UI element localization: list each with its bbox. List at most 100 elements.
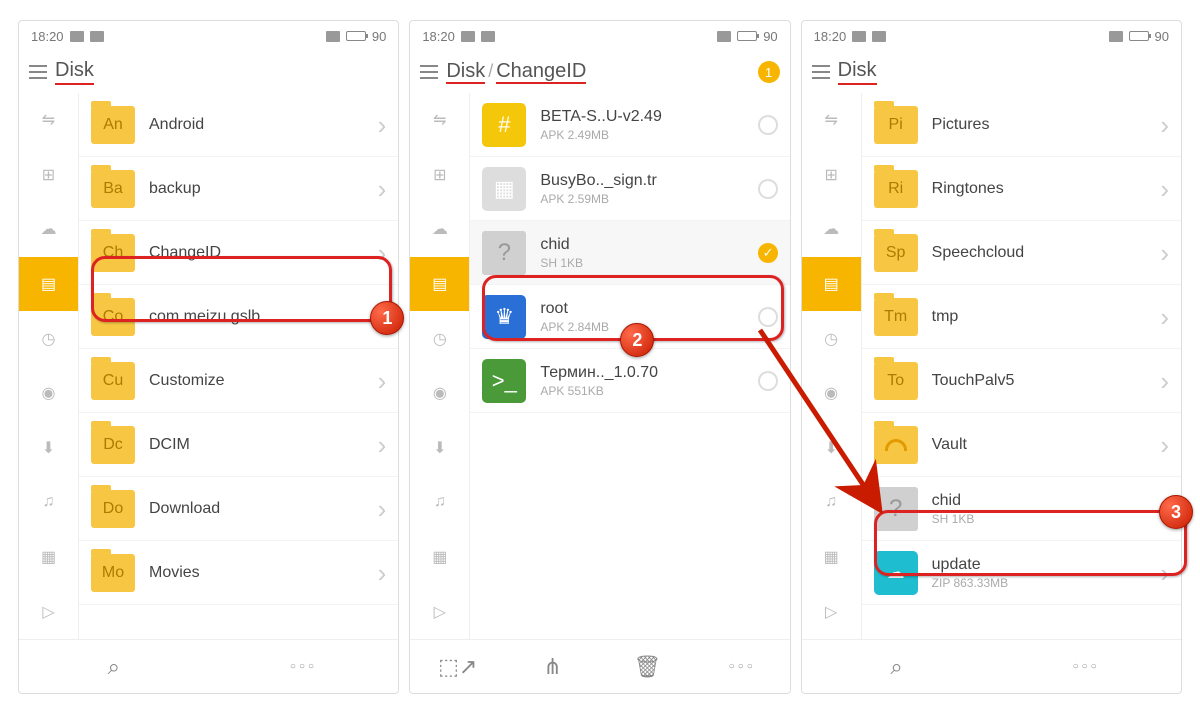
folder-row[interactable]: Ri Ringtones ›	[862, 157, 1181, 221]
folder-row[interactable]: Sp Speechcloud ›	[862, 221, 1181, 285]
status-icon	[90, 31, 104, 42]
side-video[interactable]: ▷	[410, 584, 469, 639]
screen-disk-root: 18:20 90 Disk ⇋ ⊞ ☁ ▤ ◷ ◉ ⬇ ♫ ▦ ▷ An And…	[18, 20, 399, 694]
folder-row[interactable]: Tm tmp ›	[862, 285, 1181, 349]
battery-text: 90	[763, 29, 777, 44]
select-radio[interactable]	[758, 371, 778, 391]
chevron-icon: ›	[1160, 560, 1169, 586]
screen-changeid-folder: 18:20 90 Disk/ChangeID 1 ⇋ ⊞ ☁ ▤ ◷ ◉ ⬇ ♫…	[409, 20, 790, 694]
folder-row[interactable]: Co com.meizu.gslb ›	[79, 285, 398, 349]
folder-row[interactable]: An Android ›	[79, 93, 398, 157]
breadcrumb-disk[interactable]: Disk	[446, 60, 485, 84]
vault-icon	[874, 426, 918, 464]
breadcrumb-disk[interactable]: Disk	[55, 59, 94, 85]
folder-icon: Co	[91, 298, 135, 336]
category-sidebar: ⇋ ⊞ ☁ ▤ ◷ ◉ ⬇ ♫ ▦ ▷	[802, 93, 862, 639]
status-icon	[70, 31, 84, 42]
breadcrumb-separator: /	[485, 61, 496, 81]
side-downloads[interactable]: ⬇	[410, 421, 469, 476]
folder-row[interactable]: Cu Customize ›	[79, 349, 398, 413]
chevron-icon: ›	[378, 496, 387, 522]
side-music[interactable]: ♫	[19, 475, 78, 530]
folder-icon: Mo	[91, 554, 135, 592]
side-usb[interactable]: ⇋	[19, 93, 78, 148]
side-usb[interactable]: ⇋	[802, 93, 861, 148]
share-button[interactable]: ⋔	[533, 654, 573, 680]
breadcrumb-changeid[interactable]: ChangeID	[496, 60, 586, 84]
file-row[interactable]: # BETA-S..U-v2.49 APK 2.49MB	[470, 93, 789, 157]
folder-row[interactable]: Ch ChangeID ›	[79, 221, 398, 285]
folder-row[interactable]: Ba backup ›	[79, 157, 398, 221]
app-icon: #	[482, 103, 526, 147]
side-recent[interactable]: ◷	[410, 311, 469, 366]
menu-icon[interactable]	[812, 65, 830, 79]
folder-row[interactable]: To TouchPalv5 ›	[862, 349, 1181, 413]
folder-name: Android	[149, 116, 364, 134]
folder-name: DCIM	[149, 436, 364, 454]
side-network[interactable]: ⊞	[802, 148, 861, 203]
side-storage[interactable]: ▤	[410, 257, 469, 312]
side-network[interactable]: ⊞	[410, 148, 469, 203]
zip-icon: ☁	[874, 551, 918, 595]
status-icon	[872, 31, 886, 42]
folder-row[interactable]: Do Download ›	[79, 477, 398, 541]
menu-icon[interactable]	[29, 65, 47, 79]
battery-icon	[346, 31, 366, 41]
battery-text: 90	[1155, 29, 1169, 44]
file-row[interactable]: >_ Термин.._1.0.70 APK 551KB	[470, 349, 789, 413]
search-button[interactable]: ⌕	[876, 654, 916, 680]
side-usb[interactable]: ⇋	[410, 93, 469, 148]
folder-row[interactable]: Pi Pictures ›	[862, 93, 1181, 157]
side-camera[interactable]: ◉	[802, 366, 861, 421]
side-storage[interactable]: ▤	[19, 257, 78, 312]
side-camera[interactable]: ◉	[410, 366, 469, 421]
side-camera[interactable]: ◉	[19, 366, 78, 421]
side-cloud[interactable]: ☁	[19, 202, 78, 257]
select-radio[interactable]	[758, 307, 778, 327]
delete-button[interactable]: 🗑	[627, 654, 667, 680]
menu-icon[interactable]	[420, 65, 438, 79]
folder-icon: To	[874, 362, 918, 400]
side-storage[interactable]: ▤	[802, 257, 861, 312]
side-cloud[interactable]: ☁	[410, 202, 469, 257]
file-row[interactable]: ? chid SH 1KB ›	[862, 477, 1181, 541]
file-row[interactable]: ▦ BusyBo.._sign.tr APK 2.59MB	[470, 157, 789, 221]
select-radio[interactable]	[758, 243, 778, 263]
folder-row[interactable]: Dc DCIM ›	[79, 413, 398, 477]
side-images[interactable]: ▦	[410, 530, 469, 585]
move-button[interactable]: ⬚↗	[438, 654, 478, 680]
side-video[interactable]: ▷	[802, 584, 861, 639]
side-music[interactable]: ♫	[410, 475, 469, 530]
more-button[interactable]: ○○○	[283, 661, 323, 672]
side-images[interactable]: ▦	[802, 530, 861, 585]
folder-row[interactable]: Vault ›	[862, 413, 1181, 477]
side-music[interactable]: ♫	[802, 475, 861, 530]
more-button[interactable]: ○○○	[722, 661, 762, 672]
app-icon: ▦	[482, 167, 526, 211]
side-recent[interactable]: ◷	[802, 311, 861, 366]
side-network[interactable]: ⊞	[19, 148, 78, 203]
chevron-icon: ›	[378, 560, 387, 586]
breadcrumb-disk[interactable]: Disk	[838, 59, 877, 85]
select-radio[interactable]	[758, 179, 778, 199]
folder-name: TouchPalv5	[932, 372, 1147, 390]
battery-icon	[1129, 31, 1149, 41]
file-row[interactable]: ? chid SH 1KB	[470, 221, 789, 285]
chevron-icon: ›	[1160, 112, 1169, 138]
side-downloads[interactable]: ⬇	[19, 421, 78, 476]
side-recent[interactable]: ◷	[19, 311, 78, 366]
file-name: chid	[932, 492, 1147, 510]
chevron-icon: ›	[378, 176, 387, 202]
side-cloud[interactable]: ☁	[802, 202, 861, 257]
status-bar: 18:20 90	[19, 21, 398, 51]
side-images[interactable]: ▦	[19, 530, 78, 585]
file-meta: SH 1KB	[932, 512, 1147, 526]
select-radio[interactable]	[758, 115, 778, 135]
more-button[interactable]: ○○○	[1066, 661, 1106, 672]
folder-icon: An	[91, 106, 135, 144]
search-button[interactable]: ⌕	[94, 654, 134, 680]
folder-row[interactable]: Mo Movies ›	[79, 541, 398, 605]
file-row[interactable]: ☁ update ZIP 863.33MB ›	[862, 541, 1181, 605]
side-video[interactable]: ▷	[19, 584, 78, 639]
side-downloads[interactable]: ⬇	[802, 421, 861, 476]
